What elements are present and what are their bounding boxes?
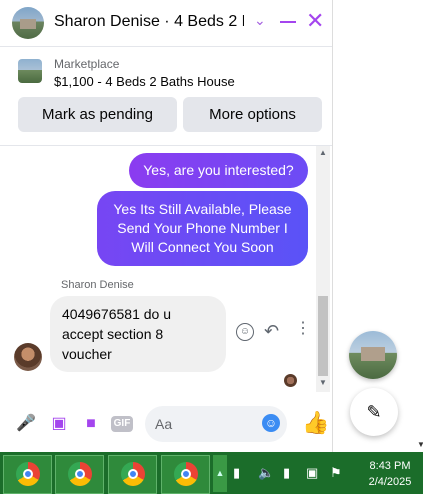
chrome-icon [16, 462, 40, 486]
clock-date: 2/4/2025 [368, 476, 412, 488]
show-hidden-icons-icon[interactable]: ▲ [213, 455, 227, 492]
minimize-icon[interactable] [280, 21, 296, 23]
emoji-icon[interactable]: ☺ [262, 414, 280, 432]
message-scrollbar[interactable]: ▲ ▼ [316, 146, 330, 392]
mark-as-pending-button[interactable]: Mark as pending [18, 97, 177, 132]
chrome-icon [121, 462, 145, 486]
chrome-taskbar-button[interactable] [3, 455, 52, 494]
conversation-avatar[interactable] [12, 7, 44, 39]
thumbs-up-icon[interactable]: 👍 [302, 412, 329, 434]
input-language-icon[interactable]: ▣ [306, 465, 318, 481]
chrome-taskbar-button[interactable] [55, 455, 104, 494]
flag-icon[interactable]: ⚑ [330, 465, 342, 481]
battery-icon[interactable]: ▮ [233, 465, 240, 481]
chrome-taskbar-button[interactable] [108, 455, 157, 494]
chat-header: Sharon Denise · 4 Beds 2 B... ⌄ ✕ [0, 0, 332, 47]
chat-head-avatar[interactable] [349, 331, 397, 379]
scrollbar-thumb[interactable] [318, 296, 328, 376]
close-icon[interactable]: ✕ [306, 10, 324, 32]
scroll-down-arrow-icon[interactable]: ▼ [417, 440, 423, 449]
listing-thumbnail[interactable] [18, 59, 42, 83]
conversation-title[interactable]: Sharon Denise · 4 Beds 2 B... [54, 13, 244, 31]
message-input-placeholder: Aa [155, 416, 173, 432]
message-list: Yes, are you interested? Yes Its Still A… [0, 146, 332, 392]
react-icon[interactable]: ☺ [236, 323, 254, 341]
system-clock[interactable]: 8:43 PM 2/4/2025 [360, 458, 420, 490]
scroll-up-arrow-icon[interactable]: ▲ [319, 148, 327, 157]
chrome-icon [68, 462, 92, 486]
sender-avatar[interactable] [14, 343, 42, 371]
network-icon[interactable]: ▮ [283, 465, 290, 481]
outgoing-message[interactable]: Yes Its Still Available, Please Send You… [97, 191, 308, 266]
seen-avatar [284, 374, 297, 387]
chrome-icon [174, 462, 198, 486]
chrome-taskbar-button[interactable] [161, 455, 210, 494]
scroll-down-arrow-icon[interactable]: ▼ [319, 378, 327, 387]
taskbar: ▲ ▮ 🔈 ▮ ▣ ⚑ 8:43 PM 2/4/2025 [0, 452, 423, 494]
more-options-button[interactable]: More options [183, 97, 322, 132]
incoming-message[interactable]: 4049676581 do u accept section 8 voucher [50, 296, 226, 372]
chevron-down-icon[interactable]: ⌄ [254, 12, 266, 29]
photo-icon[interactable]: ▣ [49, 414, 69, 434]
message-composer: 🎤 ▣ ■ GIF Aa ☺ 👍 [0, 392, 332, 452]
clock-time: 8:43 PM [369, 460, 411, 472]
new-message-icon[interactable]: ✎ [350, 388, 398, 436]
gif-icon[interactable]: GIF [111, 416, 133, 432]
volume-icon[interactable]: 🔈 [258, 465, 274, 481]
microphone-icon[interactable]: 🎤 [16, 414, 36, 434]
sticker-icon[interactable]: ■ [81, 414, 101, 434]
sender-name: Sharon Denise [61, 279, 134, 291]
outgoing-message[interactable]: Yes, are you interested? [129, 153, 308, 188]
message-input[interactable]: Aa ☺ [145, 406, 287, 442]
marketplace-label: Marketplace [54, 57, 120, 71]
marketplace-listing-bar: Marketplace $1,100 - 4 Beds 2 Baths Hous… [0, 47, 332, 146]
messenger-chat-window: Sharon Denise · 4 Beds 2 B... ⌄ ✕ Market… [0, 0, 333, 452]
more-vertical-icon[interactable]: ⋮ [295, 320, 311, 338]
reply-icon[interactable]: ↶ [264, 321, 279, 342]
listing-title[interactable]: $1,100 - 4 Beds 2 Baths House [54, 74, 235, 89]
